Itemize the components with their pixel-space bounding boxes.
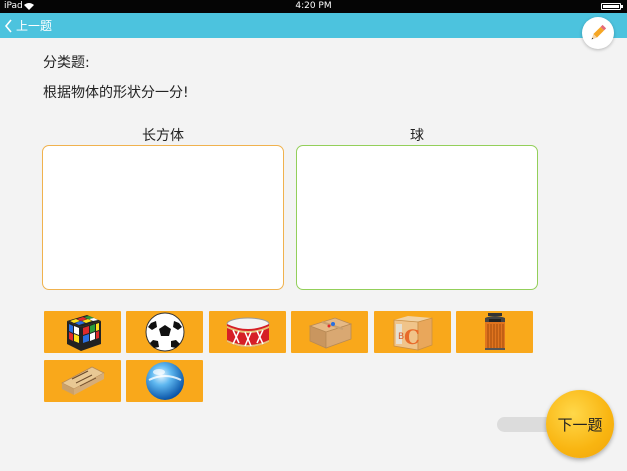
category-label-sphere: 球 [410,128,424,144]
back-button-label: 上一题 [16,19,53,33]
item-tile-soccer-ball[interactable] [126,311,203,353]
rubiks-cube-icon [66,315,101,351]
battery-icon [601,3,623,10]
question-prompt: 根据物体的形状分一分! [43,85,189,101]
letter-block-icon: B C [393,316,432,351]
item-tile-drum[interactable] [209,311,286,353]
chevron-left-icon [4,18,12,33]
trash-bin-icon [484,313,505,350]
item-tile-cardboard-box[interactable] [291,311,368,353]
drop-zone-cuboid[interactable] [42,145,284,290]
question-type: 分类题: [43,55,90,71]
item-tile-trash-bin[interactable] [456,311,533,353]
soccer-ball-icon [145,312,184,352]
item-tile-rubiks-cube[interactable] [44,311,121,353]
cardboard-box-icon [308,317,352,349]
status-time: 4:20 PM [295,1,332,11]
nav-bar: 上一题 [0,13,627,38]
svg-text:C: C [404,325,420,349]
pencil-icon [591,24,607,40]
drum-icon [226,317,269,347]
status-bar: iPad 4:20 PM [0,0,627,13]
item-tile-eraser[interactable] [44,360,121,402]
back-button[interactable]: 上一题 [4,13,52,38]
item-tile-letter-block[interactable]: B C [374,311,451,353]
drop-zone-sphere[interactable] [296,145,538,290]
next-question-button[interactable]: 下一题 [546,390,614,458]
category-label-cuboid: 长方体 [142,128,184,144]
glass-ball-icon [145,362,184,400]
eraser-icon [60,366,105,395]
edit-pencil-button[interactable] [582,17,614,49]
item-tile-glass-ball[interactable] [126,360,203,402]
